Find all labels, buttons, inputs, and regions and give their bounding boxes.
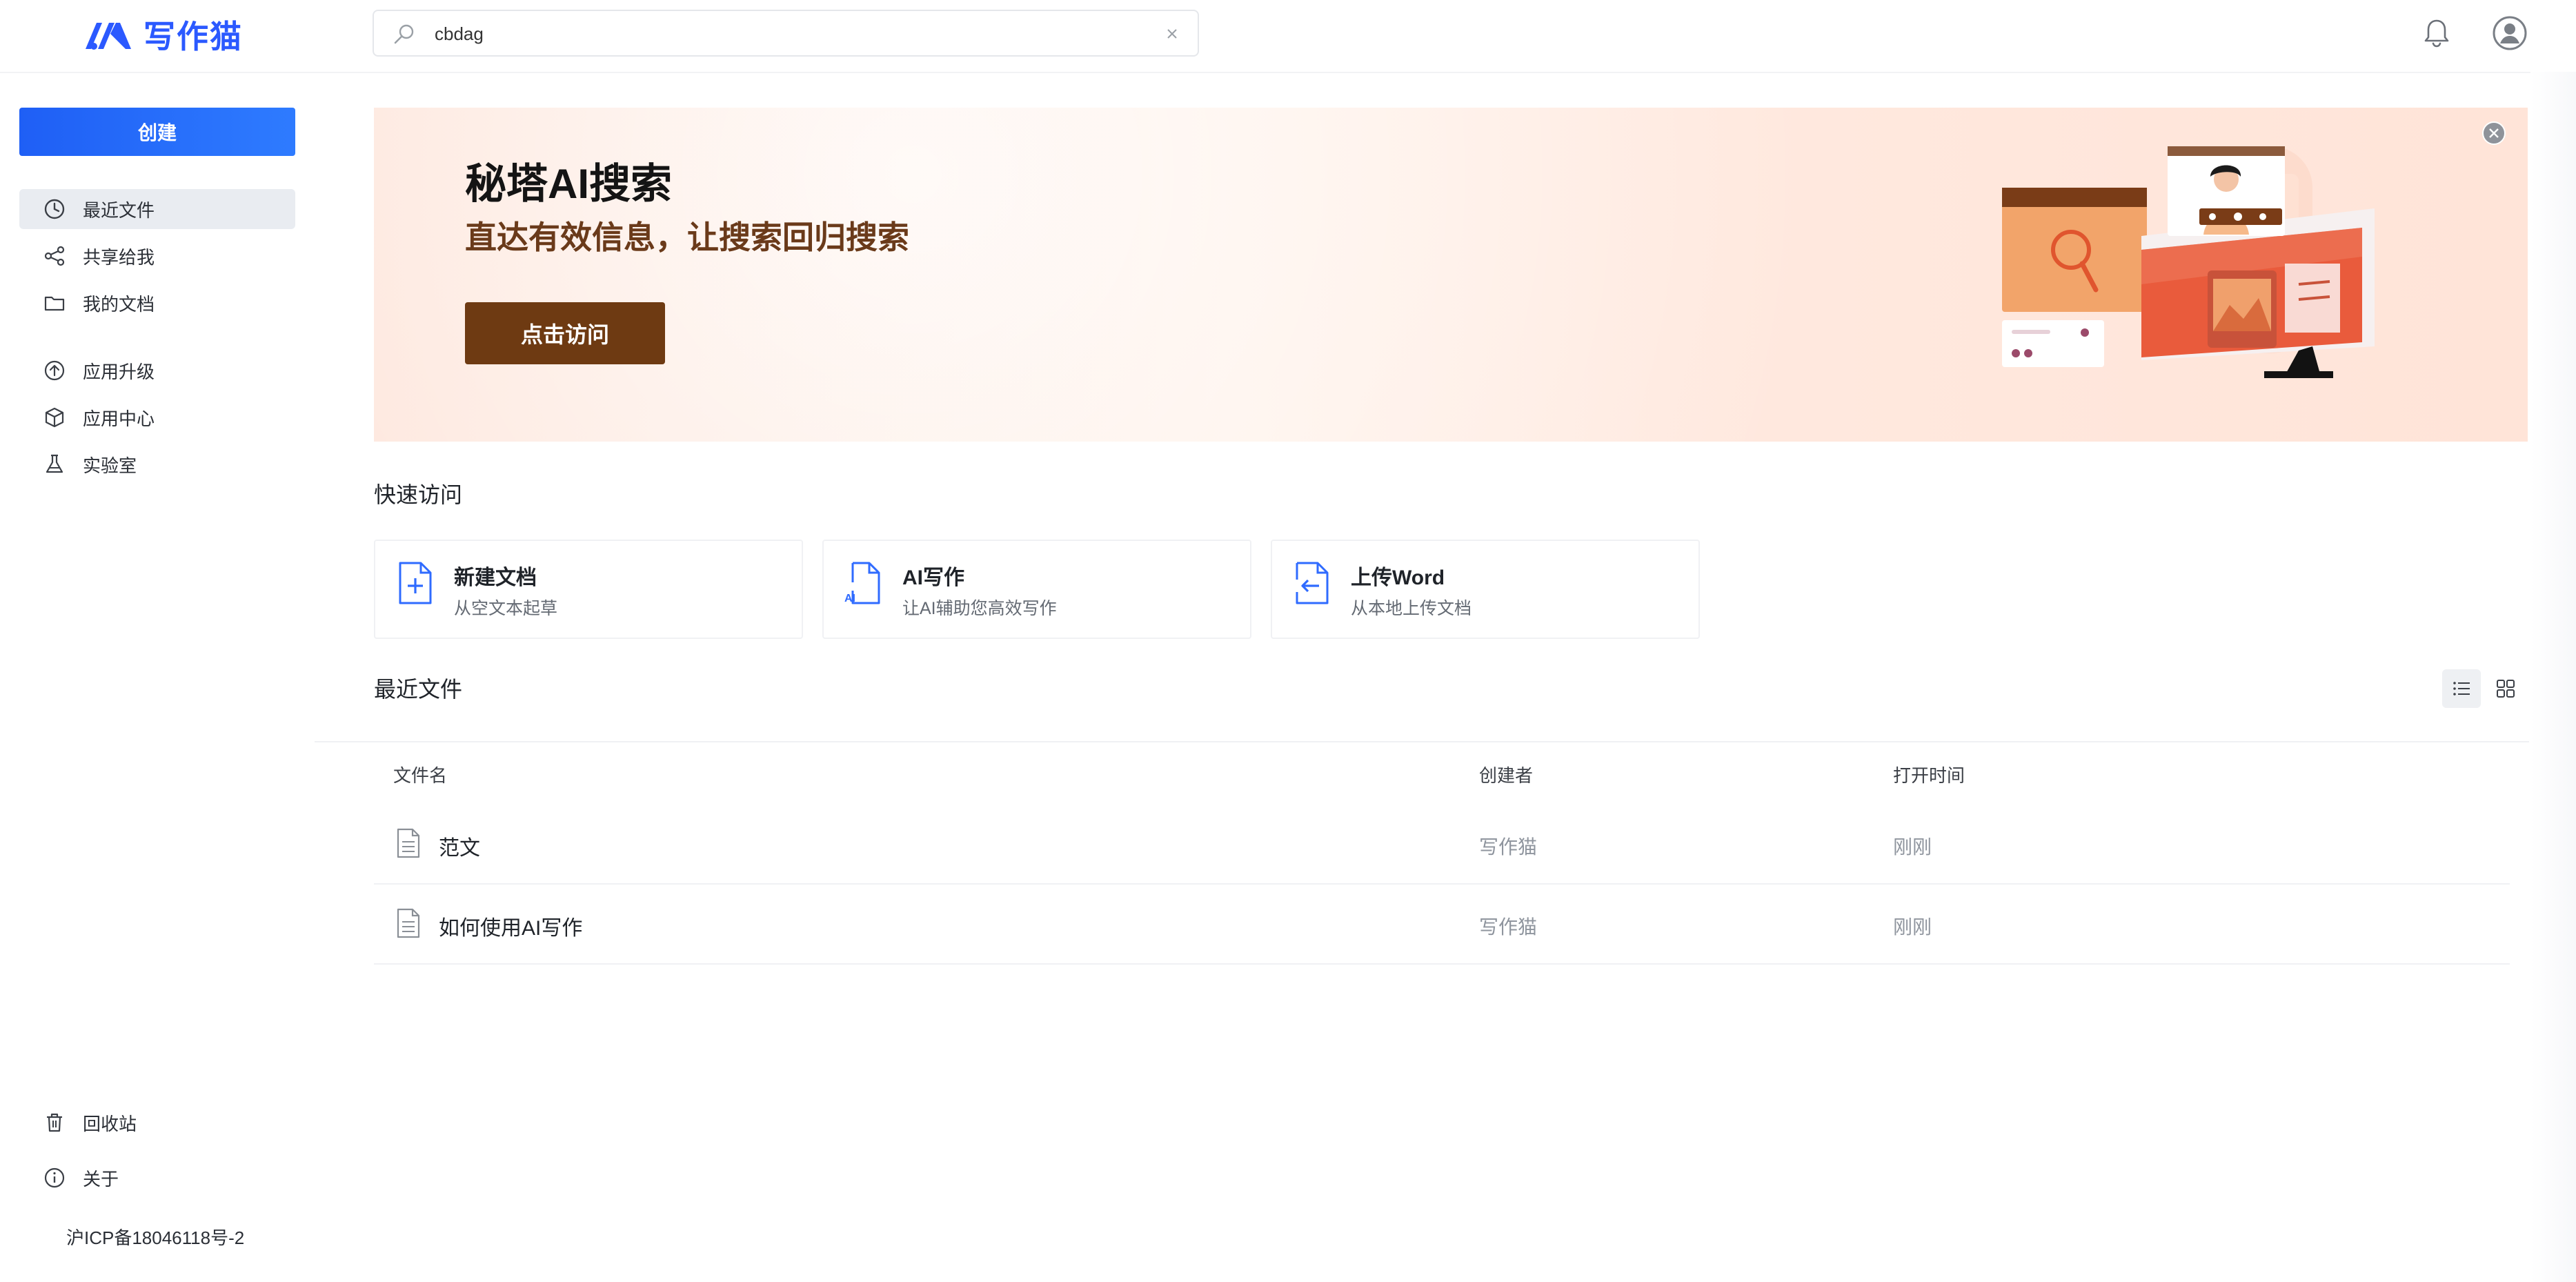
recent-files-title: 最近文件 xyxy=(374,677,463,702)
sidebar-item-label: 应用中心 xyxy=(83,408,155,429)
user-avatar-icon[interactable] xyxy=(2492,15,2528,51)
file-open-time: 刚刚 xyxy=(1893,836,1932,858)
sidebar-item-upgrade[interactable]: 应用升级 xyxy=(19,351,295,391)
document-icon xyxy=(397,828,420,858)
brand-logo-icon xyxy=(86,23,131,50)
brand-name: 写作猫 xyxy=(143,18,243,55)
file-creator: 写作猫 xyxy=(1479,836,1538,858)
search-icon xyxy=(394,24,414,44)
table-row[interactable]: 范文 写作猫 刚刚 xyxy=(374,805,2510,885)
new-doc-icon xyxy=(399,562,432,604)
sidebar-item-about[interactable]: 关于 xyxy=(19,1158,295,1198)
promo-banner: 秘塔AI搜索 直达有效信息，让搜索回归搜索 点击访问 xyxy=(374,108,2528,442)
sidebar-item-label: 最近文件 xyxy=(83,199,155,221)
sidebar-item-label: 关于 xyxy=(83,1168,119,1190)
sidebar-item-lab[interactable]: 实验室 xyxy=(19,444,295,484)
quick-card-new-doc[interactable]: 新建文档 从空文本起草 xyxy=(374,540,803,639)
app-window: 写作猫 创建 xyxy=(0,0,2576,1282)
file-open-time: 刚刚 xyxy=(1893,916,1932,938)
sidebar-item-my-docs[interactable]: 我的文档 xyxy=(19,283,295,323)
column-header-time[interactable]: 打开时间 xyxy=(1893,762,1965,787)
quick-card-title: 上传Word xyxy=(1351,566,1445,589)
sidebar-item-label: 回收站 xyxy=(83,1113,137,1134)
quick-card-title: 新建文档 xyxy=(454,566,537,589)
upload-doc-icon xyxy=(1296,562,1329,604)
banner-title: 秘塔AI搜索 xyxy=(465,161,672,207)
sidebar-item-shared[interactable]: 共享给我 xyxy=(19,236,295,276)
upgrade-icon xyxy=(44,360,65,381)
quick-card-desc: 让AI辅助您高效写作 xyxy=(902,599,1057,618)
sidebar-item-app-center[interactable]: 应用中心 xyxy=(19,397,295,437)
table-divider xyxy=(315,741,2529,742)
grid-view-icon xyxy=(2497,680,2515,698)
flask-icon xyxy=(46,454,63,473)
column-header-creator[interactable]: 创建者 xyxy=(1479,762,1533,787)
file-name: 如何使用AI写作 xyxy=(439,917,583,940)
quick-card-desc: 从本地上传文档 xyxy=(1351,599,1472,618)
cube-icon xyxy=(45,407,64,428)
trash-icon xyxy=(47,1113,62,1132)
list-view-icon xyxy=(2453,682,2470,696)
sidebar: 创建 最近文件 共享给我 我的文档 应用升级 应用中心 实验室 回收站 关于 沪… xyxy=(0,72,315,1282)
folder-icon xyxy=(44,296,65,311)
banner-visit-button[interactable]: 点击访问 xyxy=(465,302,665,364)
list-view-button[interactable] xyxy=(2442,669,2481,708)
svg-text:AI: AI xyxy=(844,593,855,604)
banner-subtitle: 直达有效信息，让搜索回归搜索 xyxy=(465,219,909,255)
file-name: 范文 xyxy=(439,837,480,860)
create-button[interactable]: 创建 xyxy=(19,108,295,156)
banner-illustration xyxy=(2002,146,2375,378)
quick-card-upload-word[interactable]: 上传Word 从本地上传文档 xyxy=(1271,540,1700,639)
info-icon xyxy=(44,1167,65,1188)
grid-view-button[interactable] xyxy=(2486,669,2525,708)
quick-card-desc: 从空文本起草 xyxy=(454,599,558,618)
right-edge-shadow xyxy=(2530,72,2576,1282)
sidebar-item-label: 实验室 xyxy=(83,455,137,476)
sidebar-item-recent[interactable]: 最近文件 xyxy=(19,189,295,229)
search-box xyxy=(373,10,1199,57)
icp-record-link[interactable]: 沪ICP备18046118号-2 xyxy=(66,1224,244,1250)
sidebar-item-label: 共享给我 xyxy=(83,246,155,268)
ai-doc-icon: AI xyxy=(844,562,880,604)
close-icon[interactable] xyxy=(2481,120,2507,146)
brand[interactable]: 写作猫 xyxy=(83,12,243,57)
column-header-name[interactable]: 文件名 xyxy=(393,762,447,787)
top-bar: 写作猫 xyxy=(0,0,2576,73)
sidebar-item-trash[interactable]: 回收站 xyxy=(19,1103,295,1143)
file-creator: 写作猫 xyxy=(1479,916,1538,938)
quick-access-title: 快速访问 xyxy=(374,482,463,507)
quick-card-ai-writing[interactable]: AI AI写作 让AI辅助您高效写作 xyxy=(822,540,1251,639)
table-row[interactable]: 如何使用AI写作 写作猫 刚刚 xyxy=(374,885,2510,965)
bell-icon[interactable] xyxy=(2420,17,2453,50)
quick-card-title: AI写作 xyxy=(902,566,964,589)
clock-icon xyxy=(44,199,65,219)
share-icon xyxy=(44,246,65,266)
sidebar-item-label: 应用升级 xyxy=(83,361,155,382)
sidebar-item-label: 我的文档 xyxy=(83,293,155,315)
clear-search-icon[interactable] xyxy=(1162,23,1182,44)
search-input[interactable] xyxy=(433,18,1126,50)
document-icon xyxy=(397,908,420,938)
